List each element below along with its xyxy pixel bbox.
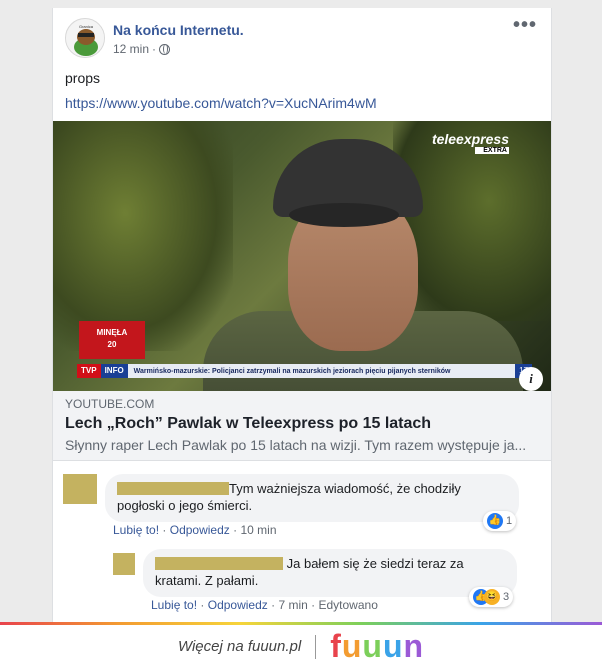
info-icon[interactable]: i — [519, 367, 543, 391]
news-ticker: TVP INFO Warmińsko-mazurskie: Policjanci… — [77, 364, 532, 378]
reaction-count: 1 — [506, 515, 513, 527]
post-url-link[interactable]: https://www.youtube.com/watch?v=XucNArim… — [65, 95, 377, 111]
more-options-icon[interactable]: ••• — [513, 14, 537, 37]
comment-line: Ja bałem się że siedzi teraz za — [155, 555, 505, 572]
fuuun-logo[interactable]: f u u u n — [330, 628, 424, 665]
redacted-name — [155, 557, 283, 570]
minela-label: MINĘŁA — [96, 328, 128, 337]
redacted-name — [117, 482, 229, 495]
logo-letter: u — [341, 628, 363, 664]
comment-reactions[interactable]: 👍 1 — [483, 511, 517, 531]
post-meta: 12 min · — [113, 42, 171, 56]
person-cap-brim — [289, 203, 399, 227]
watermark-footer: Więcej na fuuun.pl f u u u n — [0, 625, 602, 668]
link-domain: YOUTUBE.COM — [65, 397, 155, 411]
page-avatar[interactable]: Granica — [65, 18, 105, 58]
footer-divider — [315, 634, 317, 659]
teleexpress-extra: EXTRA — [475, 147, 509, 154]
comment-time[interactable]: 7 min — [278, 598, 307, 612]
svg-text:Granica: Granica — [79, 24, 94, 29]
comment-text: Ja bałem się że siedzi teraz za — [286, 556, 464, 571]
post-text: props — [65, 70, 101, 86]
facebook-post-card: Granica Na końcu Internetu. 12 min · •••… — [52, 8, 552, 622]
comment-text: pogłoski o jego śmierci. — [117, 498, 253, 513]
edited-label[interactable]: Edytowano — [319, 598, 378, 612]
haha-reaction-icon: 😆 — [484, 589, 500, 605]
info-logo: INFO — [100, 364, 128, 378]
commenter-avatar[interactable] — [113, 553, 135, 575]
comment-text: Tym ważniejsza wiadomość, że chodziły — [229, 481, 461, 496]
comment-line: Tym ważniejsza wiadomość, że chodziły — [117, 480, 507, 497]
minela-badge: MINĘŁA 20 — [79, 321, 145, 359]
like-comment-button[interactable]: Lubię to! — [113, 523, 159, 537]
minela-value: 20 — [107, 340, 117, 349]
globe-icon[interactable] — [159, 43, 171, 55]
comment-bubble: Tym ważniejsza wiadomość, że chodziły po… — [105, 474, 519, 522]
like-comment-button[interactable]: Lubię to! — [151, 598, 197, 612]
reply-reactions[interactable]: 👍 😆 3 — [469, 587, 514, 607]
teleexpress-logo: teleexpress EXTRA — [432, 131, 509, 154]
more-on-fuuun-text[interactable]: Więcej na fuuun.pl — [178, 638, 301, 655]
foliage-background — [53, 121, 233, 351]
comment-text: kratami. Z pałami. — [155, 573, 259, 588]
logo-letter: u — [382, 628, 404, 664]
teleexpress-brand: teleexpress — [431, 131, 509, 147]
link-preview[interactable]: YOUTUBE.COM Lech „Roch” Pawlak w Teleexp… — [53, 391, 551, 461]
reply-comment-button[interactable]: Odpowiedz — [208, 598, 268, 612]
logo-letter: u — [362, 628, 383, 664]
reply-comment-button[interactable]: Odpowiedz — [170, 523, 230, 537]
post-time[interactable]: 12 min — [113, 42, 149, 56]
reply-actions: Lubię to! · Odpowiedz · 7 min · Edytowan… — [151, 598, 378, 612]
ticker-text: Warmińsko-mazurskie: Policjanci zatrzyma… — [133, 367, 451, 375]
video-thumbnail[interactable]: teleexpress EXTRA MINĘŁA 20 TVP INFO War… — [53, 121, 551, 391]
logo-letter: f — [330, 628, 342, 664]
logo-letter: n — [403, 628, 425, 664]
link-description: Słynny raper Lech Pawlak po 15 latach na… — [65, 437, 527, 453]
avatar-illustration-icon: Granica — [66, 19, 104, 57]
like-reaction-icon: 👍 — [487, 513, 503, 529]
commenter-avatar[interactable] — [63, 474, 97, 504]
comment-time[interactable]: 10 min — [240, 523, 276, 537]
reaction-count: 3 — [503, 591, 510, 603]
tvp-logo: TVP — [77, 364, 101, 378]
meta-separator: · — [152, 42, 157, 56]
link-title[interactable]: Lech „Roch” Pawlak w Teleexpress po 15 l… — [65, 415, 541, 433]
reply-bubble: Ja bałem się że siedzi teraz za kratami.… — [143, 549, 517, 597]
comment-actions: Lubię to! · Odpowiedz · 10 min — [113, 523, 277, 537]
post-author-name[interactable]: Na końcu Internetu. — [113, 22, 244, 38]
